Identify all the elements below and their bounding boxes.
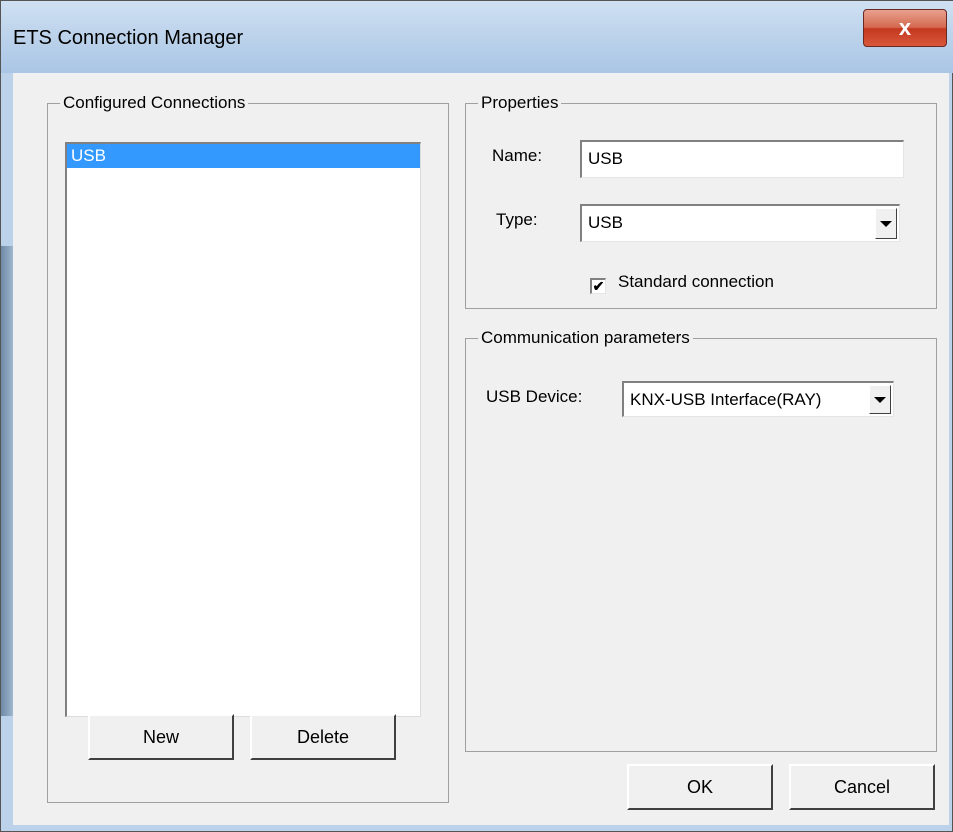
- type-dropdown-button[interactable]: [875, 208, 897, 239]
- list-item-usb[interactable]: USB: [67, 144, 420, 168]
- communication-parameters-legend: Communication parameters: [478, 327, 693, 349]
- communication-parameters-group: Communication parameters USB Device: KNX…: [465, 327, 937, 752]
- name-label: Name:: [492, 146, 543, 165]
- window-frame-edge: [1, 246, 13, 716]
- type-label: Type:: [496, 210, 538, 229]
- dialog-client-area: Configured Connections USB New Delete Pr…: [13, 73, 949, 825]
- type-select[interactable]: USB: [580, 204, 900, 242]
- properties-legend: Properties: [478, 92, 562, 114]
- new-button[interactable]: New: [88, 714, 234, 760]
- configured-connections-group: Configured Connections USB New Delete: [47, 92, 449, 803]
- delete-button[interactable]: Delete: [250, 714, 396, 760]
- ok-button[interactable]: OK: [627, 764, 773, 810]
- standard-connection-checkbox[interactable]: ✔: [590, 278, 606, 294]
- connection-manager-window: ETS Connection Manager x Configured Conn…: [0, 0, 953, 832]
- chevron-down-icon: [880, 220, 892, 227]
- standard-connection-label[interactable]: Standard connection: [618, 272, 774, 292]
- chevron-down-icon: [874, 396, 886, 403]
- cancel-button[interactable]: Cancel: [789, 764, 935, 810]
- configured-connections-legend: Configured Connections: [60, 92, 249, 114]
- usb-device-dropdown-button[interactable]: [869, 385, 891, 414]
- name-field[interactable]: USB: [580, 140, 904, 178]
- window-title: ETS Connection Manager: [13, 27, 244, 49]
- checkmark-icon: ✔: [592, 278, 605, 294]
- close-button[interactable]: x: [863, 9, 947, 47]
- usb-device-select[interactable]: KNX-USB Interface(RAY): [622, 381, 894, 417]
- title-bar[interactable]: ETS Connection Manager x: [1, 1, 953, 73]
- connections-list[interactable]: USB: [65, 142, 421, 717]
- x-close-icon: x: [898, 15, 912, 40]
- usb-device-label: USB Device:: [486, 387, 583, 406]
- usb-device-selected-value: KNX-USB Interface(RAY): [630, 390, 822, 409]
- properties-group: Properties Name: USB Type: USB ✔ Standar…: [465, 92, 937, 309]
- type-selected-value: USB: [588, 213, 623, 232]
